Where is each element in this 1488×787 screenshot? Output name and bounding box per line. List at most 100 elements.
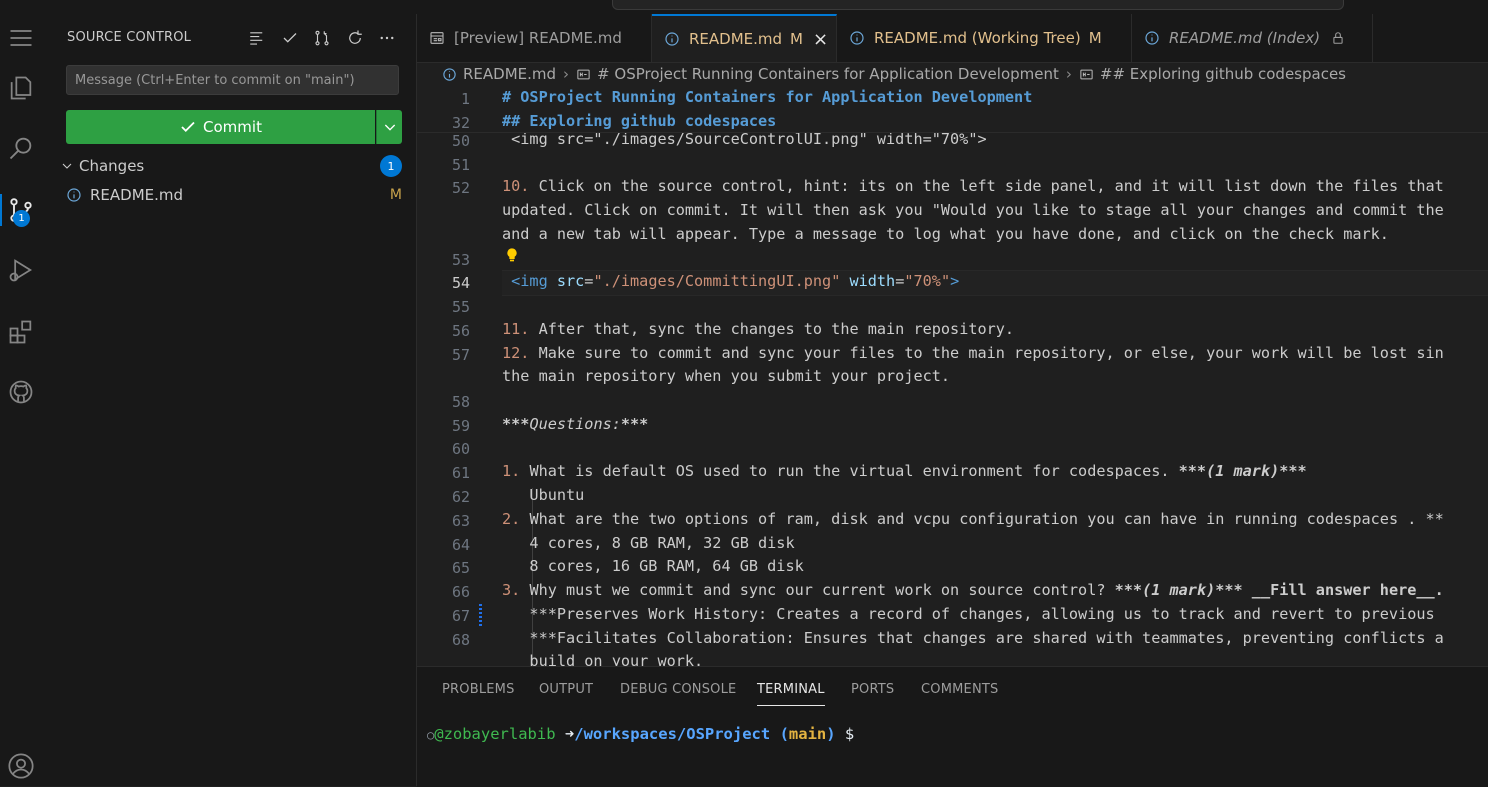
heading-icon: [576, 67, 591, 82]
code-line: and a new tab will appear. Type a messag…: [502, 225, 1389, 243]
html-tag: >: [950, 272, 960, 290]
list-number: 3.: [502, 581, 521, 599]
terminal-arrow: ➜: [564, 725, 575, 743]
chevron-down-icon: [62, 163, 72, 169]
line-number: 1: [460, 90, 470, 108]
github-icon[interactable]: [0, 372, 41, 412]
list-number: 2.: [502, 510, 521, 528]
equals: =: [895, 272, 905, 290]
search-icon[interactable]: [0, 128, 41, 168]
code-text: ***: [620, 415, 649, 433]
commit-button[interactable]: Commit: [66, 110, 375, 144]
source-control-icon[interactable]: 1: [0, 190, 41, 230]
pull-request-icon[interactable]: [310, 26, 334, 50]
activity-bar: 1: [0, 14, 42, 786]
panel-tab-output[interactable]: OUTPUT: [539, 682, 593, 697]
code-text: What are the two options of ram, disk an…: [520, 510, 1444, 528]
tab-readme-index[interactable]: README.md (Index): [1132, 14, 1373, 62]
line-number: 54: [451, 274, 470, 292]
editor-tabs: [Preview] README.md README.md M × README…: [417, 14, 1488, 63]
line-number: 50: [451, 132, 470, 150]
code-line: # OSProject Running Containers for Appli…: [502, 88, 1033, 106]
tab-readme-working-tree[interactable]: README.md (Working Tree) M: [837, 14, 1132, 62]
close-icon[interactable]: ×: [813, 29, 828, 50]
code-line: ## Exploring github codespaces: [502, 112, 777, 130]
tab-readme[interactable]: README.md M ×: [652, 14, 837, 62]
line-number: 65: [451, 559, 470, 577]
git-change-marker: [479, 604, 482, 628]
info-icon: [442, 67, 457, 82]
info-icon: [67, 188, 81, 202]
code-line: 10. Click on the source control, hint: i…: [502, 177, 1444, 195]
code-line: 8 cores, 16 GB RAM, 64 GB disk: [502, 557, 804, 575]
preview-icon: [429, 30, 445, 46]
list-number: 1.: [502, 462, 521, 480]
code-text: What is default OS used to run the virtu…: [520, 462, 1179, 480]
panel-tab-ports[interactable]: PORTS: [851, 682, 894, 697]
explorer-icon[interactable]: [0, 68, 41, 108]
html-string: "70%": [904, 272, 951, 290]
sticky-scroll: 1 # OSProject Running Containers for App…: [417, 86, 1488, 133]
menu-icon[interactable]: [0, 18, 41, 58]
changed-file-name: README.md: [90, 186, 184, 204]
terminal-prompt[interactable]: ○@zobayerlabib ➜/workspaces/OSProject (m…: [427, 725, 854, 743]
tab-modified-indicator: M: [1088, 29, 1102, 47]
panel-tab-debug-console[interactable]: DEBUG CONSOLE: [620, 682, 736, 697]
tab-preview-readme[interactable]: [Preview] README.md: [417, 14, 652, 62]
code-text: __Fill answer here__.: [1242, 581, 1444, 599]
tab-label: README.md (Index): [1169, 29, 1321, 47]
lightbulb-icon[interactable]: [504, 246, 520, 268]
code-text: Click on the source control, hint: its o…: [529, 177, 1444, 195]
changed-file-item[interactable]: README.md M: [66, 184, 404, 206]
check-icon: [181, 121, 195, 133]
panel-tab-terminal[interactable]: TERMINAL: [757, 682, 825, 706]
tab-label: [Preview] README.md: [454, 29, 622, 47]
panel-tab-problems[interactable]: PROBLEMS: [442, 682, 515, 697]
chevron-right-icon: ›: [563, 65, 570, 83]
line-number: 56: [451, 322, 470, 340]
html-attr: src: [547, 272, 585, 290]
line-number: 68: [451, 631, 470, 649]
breadcrumb-heading-1[interactable]: # OSProject Running Containers for Appli…: [597, 65, 1059, 83]
breadcrumb-heading-2[interactable]: ## Exploring github codespaces: [1100, 65, 1346, 83]
breadcrumb-file[interactable]: README.md: [463, 65, 556, 83]
terminal-user: @zobayerlabib: [434, 725, 556, 743]
line-number: 55: [451, 298, 470, 316]
heading-icon: [1079, 67, 1094, 82]
more-actions-icon[interactable]: [375, 26, 399, 50]
extensions-icon[interactable]: [0, 312, 41, 352]
line-number: 52: [451, 179, 470, 197]
title-bar: [0, 0, 1488, 14]
commit-options-dropdown[interactable]: [376, 110, 402, 144]
commit-check-icon[interactable]: [278, 26, 302, 50]
code-text: After that, sync the changes to the main…: [529, 320, 1015, 338]
terminal-prompt-symbol: $: [844, 725, 855, 743]
line-number: 60: [451, 440, 470, 458]
html-attr: width: [840, 272, 896, 290]
html-tag: <img: [502, 272, 548, 290]
run-debug-icon[interactable]: [0, 250, 41, 290]
file-status-badge: M: [389, 187, 402, 203]
commit-message-input[interactable]: [66, 65, 399, 95]
code-text: Why must we commit and sync our current …: [520, 581, 1115, 599]
changes-group-header[interactable]: Changes 1: [59, 154, 404, 178]
tab-label: README.md: [689, 30, 783, 48]
code-line: build on your work.: [502, 652, 704, 666]
line-number: 63: [451, 512, 470, 530]
refresh-icon[interactable]: [343, 26, 367, 50]
panel-tab-comments[interactable]: COMMENTS: [921, 682, 998, 697]
code-line: the main repository when you submit your…: [502, 367, 951, 385]
changes-label: Changes: [79, 157, 145, 175]
code-editor[interactable]: 50 <img src="./images/SourceControlUI.pn…: [417, 86, 1488, 666]
chevron-right-icon: ›: [1065, 65, 1072, 83]
terminal-branch-close: ): [826, 725, 836, 743]
command-center[interactable]: [612, 0, 1344, 10]
code-line: 12. Make sure to commit and sync your fi…: [502, 344, 1444, 362]
account-icon[interactable]: [0, 746, 41, 786]
info-icon: [1144, 30, 1160, 46]
code-line: ***Facilitates Collaboration: Ensures th…: [502, 629, 1444, 647]
list-number: 11.: [502, 320, 530, 338]
line-number: 64: [451, 536, 470, 554]
terminal-branch-open: (: [779, 725, 789, 743]
view-as-tree-icon[interactable]: [245, 26, 269, 50]
